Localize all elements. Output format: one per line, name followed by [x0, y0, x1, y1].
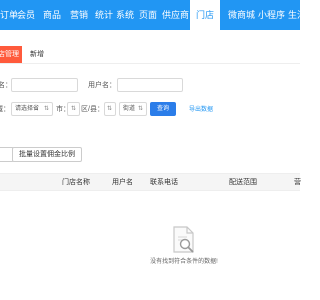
nav-item-mini-program[interactable]: 小程序 — [258, 0, 285, 30]
nav-item-marketing[interactable]: 营销 — [70, 0, 88, 30]
nav-item-orders[interactable]: 订单 — [0, 0, 18, 30]
nav-item-supplier[interactable]: 供应商 — [162, 0, 189, 30]
nav-item-wechat-mall[interactable]: 微商城 — [228, 0, 255, 30]
chevron-down-icon: ⇅ — [106, 106, 112, 112]
region-label: 区域： — [0, 106, 10, 113]
tab-store-management[interactable]: 门店管理 — [0, 46, 22, 63]
query-button[interactable]: 查询 — [150, 102, 176, 116]
chevron-down-icon: ⇅ — [70, 106, 76, 112]
username-input[interactable] — [117, 78, 183, 92]
district-select[interactable]: ⇅ — [104, 102, 116, 116]
nav-item-stats[interactable]: 统计 — [95, 0, 113, 30]
export-data-link[interactable]: 导出数据 — [189, 104, 213, 113]
column-store-name: 门店名称 — [62, 179, 90, 186]
province-select-value: 请选择省 — [15, 106, 40, 112]
province-select[interactable]: 请选择省 ⇅ — [11, 102, 53, 116]
top-nav: 订单 会员 商品 营销 统计 系统 页面 供应商 门店 微商城 小程序 生活号 — [0, 0, 315, 30]
tab-new[interactable]: 新增 — [30, 46, 44, 63]
tab-store-management-label: 门店管理 — [0, 51, 19, 58]
column-phone: 联系电话 — [150, 179, 178, 186]
nav-item-life[interactable]: 生活号 — [288, 0, 315, 30]
column-delivery-range: 配送范围 — [229, 179, 257, 186]
chevron-down-icon: ⇅ — [137, 106, 143, 112]
nav-item-members[interactable]: 会员 — [17, 0, 35, 30]
chevron-down-icon: ⇅ — [43, 106, 49, 112]
street-select[interactable]: 街道 ⇅ — [119, 102, 147, 116]
username-label: 用户名： — [88, 82, 116, 89]
store-name-input[interactable] — [11, 78, 78, 92]
street-select-value: 街道 — [123, 106, 136, 112]
city-select[interactable]: ⇅ — [67, 102, 80, 116]
nav-item-products[interactable]: 商品 — [43, 0, 61, 30]
nav-item-pages[interactable]: 页面 — [139, 0, 157, 30]
nav-item-system[interactable]: 系统 — [116, 0, 134, 30]
tab-bar: 门店管理 新增 — [0, 44, 300, 64]
batch-commission-button[interactable]: 批量设置佣金比例 — [12, 147, 82, 162]
empty-state-text: 没有找到符合条件的数据! — [150, 259, 218, 265]
table-header: 门店名称 用户名 联系电话 配送范围 营 — [0, 173, 301, 191]
column-truncated: 营 — [294, 179, 301, 186]
empty-data-icon — [173, 226, 194, 253]
column-username: 用户名 — [112, 179, 133, 186]
district-label: 区/县： — [81, 106, 104, 113]
nav-item-stores[interactable]: 门店 — [190, 0, 220, 30]
